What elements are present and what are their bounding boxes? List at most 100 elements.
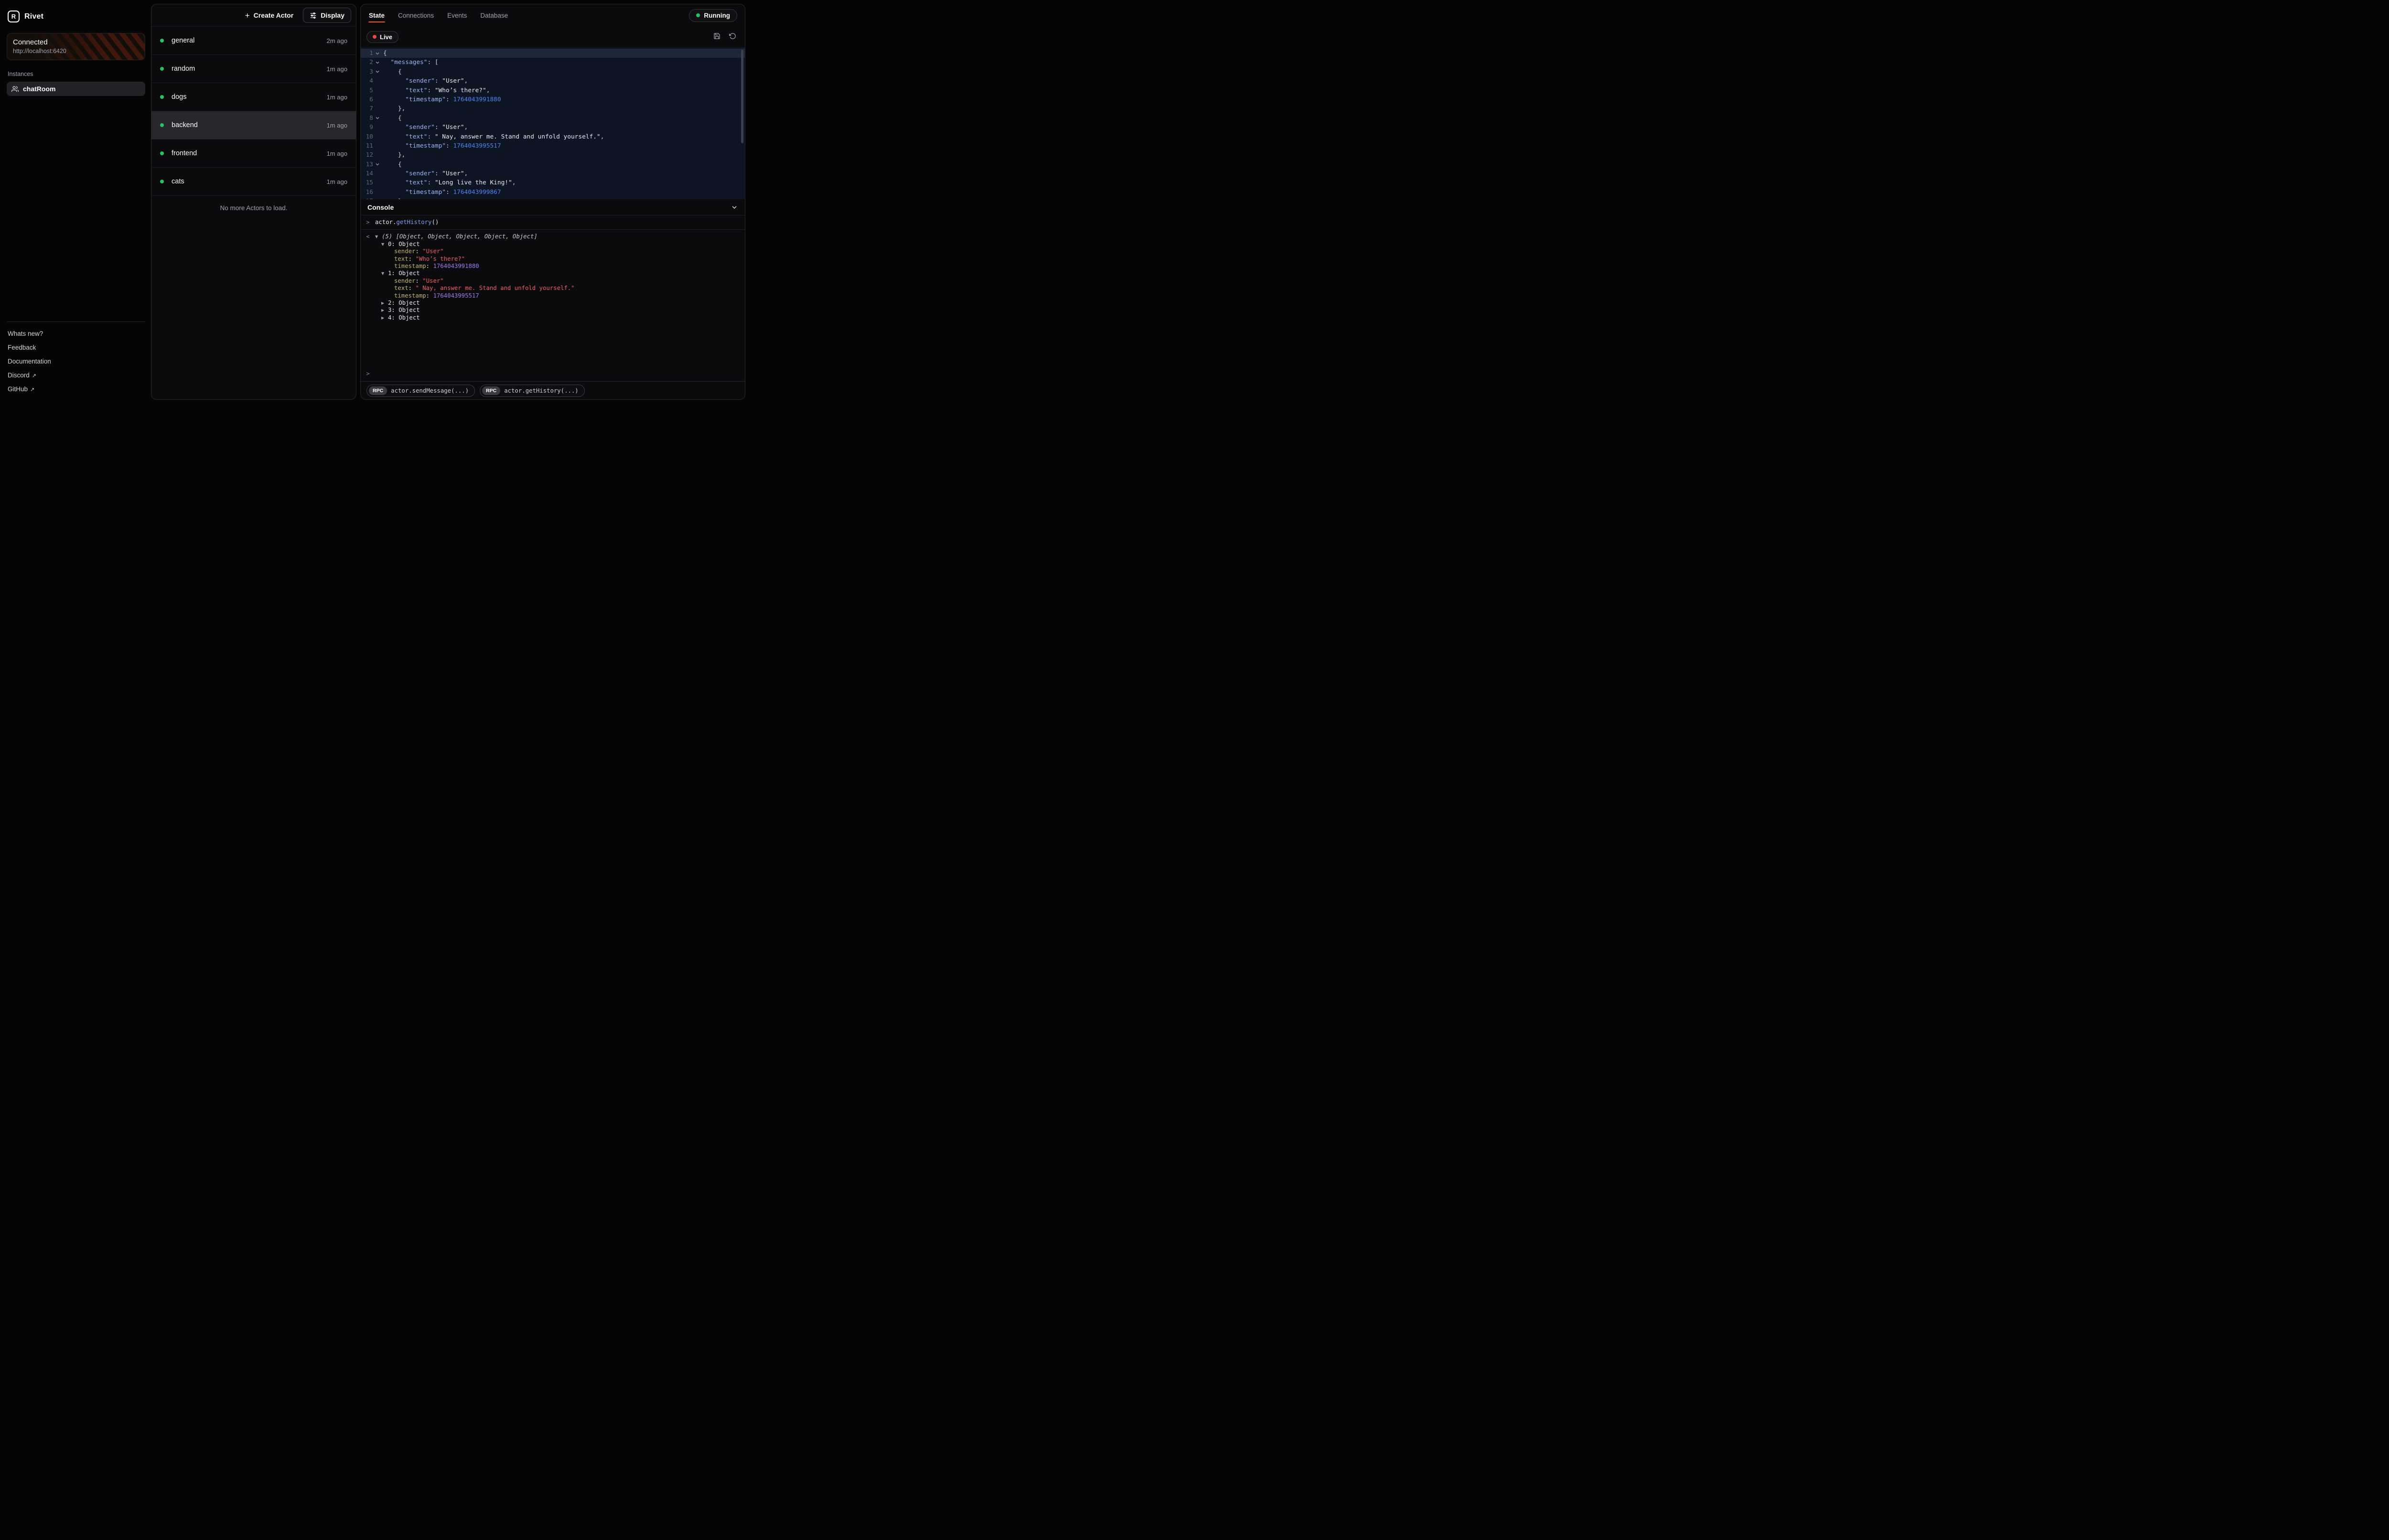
console-row-content: timestamp: 1764043995517 [375,292,479,299]
console-row: timestamp: 1764043995517 [361,292,745,299]
tab-state[interactable]: State [368,5,385,26]
line-number: 3 [361,67,373,76]
footer-link-whats-new[interactable]: Whats new? [8,327,144,341]
code-text: { [381,67,745,76]
expand-arrow-icon[interactable]: ▼ [381,270,388,277]
actor-timestamp: 1m ago [327,150,347,157]
console-body: > actor.getHistory() <▼(5) [Object, Object… [361,215,745,381]
editor-line: 11 "timestamp": 1764043995517 [361,141,745,150]
actor-status-dot [160,180,164,183]
console-row[interactable]: ▼0: Object [361,241,745,248]
rpc-chip-actor-sendmessage[interactable]: RPCactor.sendMessage(...) [366,385,475,397]
editor-line: 9 "sender": "User", [361,123,745,132]
code-text: "sender": "User", [381,169,745,178]
create-actor-button[interactable]: + Create Actor [240,9,298,22]
fold-chevron-icon[interactable] [373,58,381,67]
fold-spacer [373,150,381,160]
editor-line: 12 }, [361,150,745,160]
actor-row-cats[interactable]: cats1m ago [151,168,356,196]
line-number: 10 [361,132,373,141]
console-header[interactable]: Console [361,199,745,215]
fold-spacer [373,86,381,95]
console-row-content: ▶4: Object [375,314,420,321]
save-icon [713,32,721,40]
editor-line: 17 }, [361,197,745,199]
editor-line: 13 { [361,160,745,169]
chevron-down-icon[interactable] [731,203,738,211]
expand-arrow-icon[interactable]: ▼ [381,241,388,248]
code-text: "text": "Who’s there?", [381,86,745,95]
running-status-label: Running [704,12,730,19]
live-badge[interactable]: Live [366,31,398,43]
line-number: 8 [361,114,373,123]
display-button[interactable]: Display [303,8,351,23]
reset-state-button[interactable] [726,31,739,43]
inspector-tab-bar: State Connections Events Database Running [361,4,745,26]
code-text: "timestamp": 1764043991880 [381,95,745,104]
editor-line: 15 "text": "Long live the King!", [361,178,745,187]
fold-spacer [373,141,381,150]
actor-timestamp: 1m ago [327,94,347,101]
instances-label: Instances [8,71,144,77]
actor-status-dot [160,39,164,43]
editor-scrollbar[interactable] [741,50,743,143]
rivet-logo: R [8,11,20,22]
sliders-icon [310,12,317,19]
sidebar-item-chatroom[interactable]: chatRoom [7,82,145,96]
running-status-dot [696,13,700,17]
console-gutter [361,248,375,255]
actor-row-dogs[interactable]: dogs1m ago [151,83,356,111]
editor-line: 16 "timestamp": 1764043999867 [361,188,745,197]
fold-chevron-icon[interactable] [373,114,381,123]
console-gutter [361,285,375,292]
actor-status-dot [160,95,164,99]
expand-arrow-icon[interactable]: ▶ [381,314,388,321]
footer-link-feedback[interactable]: Feedback [8,341,144,354]
console-row-content: actor.getHistory() [375,219,439,226]
console-row[interactable]: ▼1: Object [361,270,745,277]
console-row[interactable]: ▶2: Object [361,299,745,307]
console-row[interactable]: <▼(5) [Object, Object, Object, Object, O… [361,233,745,240]
footer-link-discord[interactable]: Discord↗ [8,368,144,382]
actor-name: random [172,65,195,73]
console-input-row[interactable]: > [361,368,745,377]
code-text: "timestamp": 1764043999867 [381,188,745,197]
rpc-bar: RPCactor.sendMessage(...) RPCactor.getHis… [361,381,745,399]
fold-chevron-icon[interactable] [373,67,381,76]
console-row[interactable]: ▶4: Object [361,314,745,321]
plus-icon: + [245,11,250,20]
state-json-editor[interactable]: 1{2 "messages": [3 {4 "sender": "User",5… [361,47,745,199]
tab-connections[interactable]: Connections [398,5,434,26]
fold-chevron-icon[interactable] [373,49,381,58]
console-row[interactable]: ▶3: Object [361,307,745,314]
console-row-content: ▶3: Object [375,307,420,314]
save-state-button[interactable] [710,31,723,43]
footer-link-documentation[interactable]: Documentation [8,354,144,368]
console-row: timestamp: 1764043991880 [361,263,745,270]
fold-spacer [373,95,381,104]
rpc-chip-actor-gethistory[interactable]: RPCactor.getHistory(...) [480,385,585,397]
tab-database[interactable]: Database [480,5,508,26]
fold-spacer [373,188,381,197]
editor-actions [710,31,739,43]
tab-events[interactable]: Events [447,5,467,26]
create-actor-label: Create Actor [254,11,294,19]
code-text: "text": " Nay, answer me. Stand and unfo… [381,132,745,141]
code-text: { [381,114,745,123]
actor-row-backend[interactable]: backend1m ago [151,111,356,139]
actor-row-random[interactable]: random1m ago [151,55,356,83]
console-gutter [361,307,375,314]
connection-card: Connected http://localhost:6420 [7,33,145,60]
actor-row-frontend[interactable]: frontend1m ago [151,139,356,168]
brand-name: Rivet [24,12,43,21]
footer-link-github[interactable]: GitHub↗ [8,382,144,396]
app-root: R Rivet Connected http://localhost:6420 … [0,0,749,404]
actor-row-general[interactable]: general2m ago [151,27,356,55]
expand-arrow-icon[interactable]: ▼ [375,233,382,240]
fold-chevron-icon[interactable] [373,160,381,169]
expand-arrow-icon[interactable]: ▶ [381,299,388,307]
fold-spacer [373,104,381,113]
editor-line: 1{ [361,49,745,58]
expand-arrow-icon[interactable]: ▶ [381,307,388,314]
code-text: "text": "Long live the King!", [381,178,745,187]
